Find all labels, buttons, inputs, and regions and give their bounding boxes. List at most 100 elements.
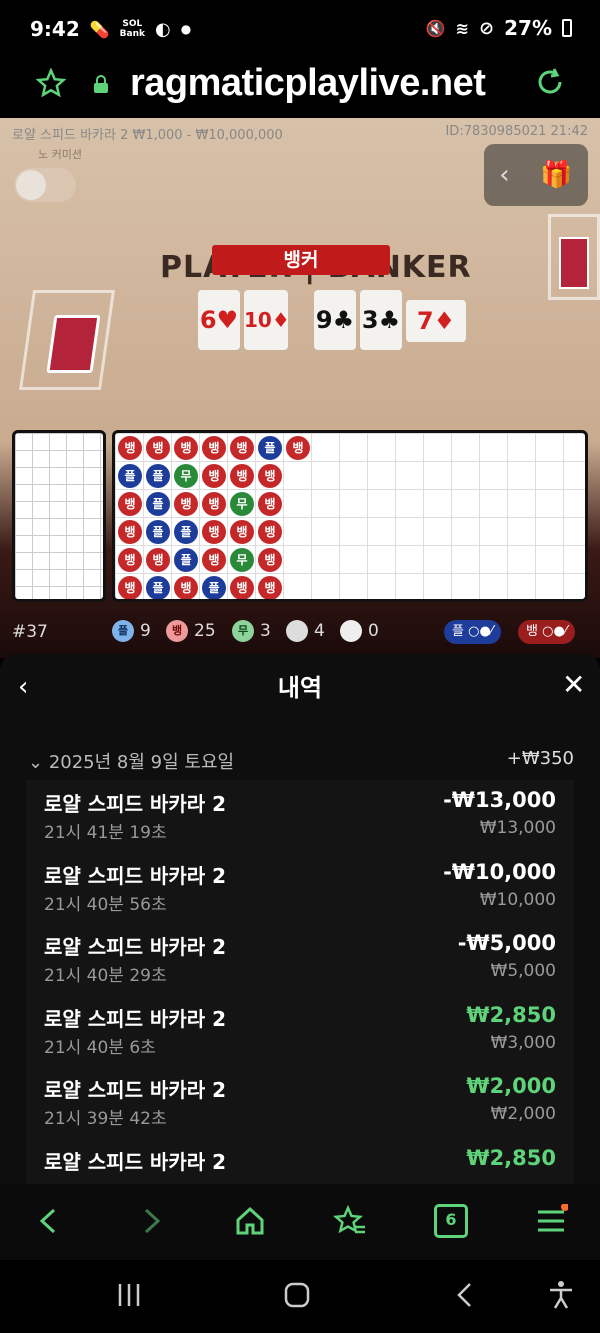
- game-name: 로얄 스피드 바카라 2: [44, 792, 227, 816]
- banker-card-1: 9♣: [314, 290, 356, 350]
- no-commission-label: 노 커미션: [38, 148, 82, 161]
- accessibility-icon[interactable]: [548, 1280, 574, 1310]
- history-panel: ‹ 내역 ✕ ⌄ 2025년 8월 9일 토요일 +₩350 로얄 스피드 바카…: [0, 654, 600, 1184]
- history-row[interactable]: 로얄 스피드 바카라 2 21시 39분 42초 ₩2,000 ₩2,000: [26, 1066, 574, 1138]
- tabs-icon[interactable]: 6: [434, 1204, 468, 1238]
- bank-icon: SOL Bank: [119, 19, 145, 39]
- player-pair-value: 4: [314, 621, 325, 641]
- player-card-2: 10♦: [244, 290, 290, 350]
- tab-count: 6: [445, 1210, 457, 1229]
- result-amount: ₩2,850: [466, 1145, 556, 1170]
- bead-cell: 뱅: [202, 492, 226, 516]
- bet-time: 21시 41분 19초: [44, 823, 167, 843]
- panel-title: 내역: [277, 674, 323, 702]
- bead-cell: 플: [146, 464, 170, 488]
- status-bar: 9:42 💊 SOL Bank ◐ ● 🔇 ≋ ⊘ 27%: [0, 0, 600, 58]
- bead-cell: 플: [258, 436, 282, 460]
- player-pair-count: 4: [286, 620, 325, 642]
- recent-apps-icon[interactable]: [116, 1282, 142, 1308]
- bead-cell: 뱅: [202, 548, 226, 572]
- battery-icon: [562, 19, 572, 37]
- bead-cell: 플: [146, 520, 170, 544]
- bead-cell: 뱅: [174, 576, 198, 599]
- game-stats: #37 플 9 뱅 25 무 3 4 0 플 ○●⁄ 뱅 ○●⁄: [0, 618, 600, 650]
- history-list[interactable]: 로얄 스피드 바카라 2 21시 41분 19초 -₩13,000 ₩13,000 로얄…: [26, 780, 574, 1184]
- close-icon[interactable]: ✕: [562, 668, 585, 701]
- chevron-down-icon[interactable]: ⌄: [28, 752, 43, 773]
- battery-text: 27%: [504, 16, 552, 40]
- tie-count-value: 3: [260, 621, 271, 641]
- bookmark-star-icon[interactable]: [36, 68, 66, 98]
- date-total: +₩350: [506, 748, 574, 769]
- bead-cell: 플: [174, 548, 198, 572]
- big-eye-road: [12, 430, 106, 602]
- bead-cell: 뱅: [258, 492, 282, 516]
- bead-road: 뱅뱅뱅뱅뱅플뱅플플무뱅뱅뱅뱅플뱅뱅무뱅뱅플플뱅뱅뱅뱅뱅플뱅무뱅뱅플뱅플뱅뱅: [112, 430, 588, 602]
- pill-icon: 💊: [89, 19, 110, 39]
- gift-icon[interactable]: 🎁: [540, 160, 572, 190]
- bead-cell: 뱅: [118, 576, 142, 599]
- lock-icon: [94, 75, 108, 93]
- bookmarks-icon[interactable]: [333, 1204, 367, 1238]
- wifi-icon: ≋: [455, 18, 470, 38]
- bet-amount: ₩13,000: [479, 818, 556, 838]
- result-amount: -₩10,000: [443, 859, 556, 884]
- dnd-icon: ⊘: [479, 17, 495, 39]
- no-commission-toggle[interactable]: [14, 168, 76, 202]
- bead-cell: 뱅: [174, 436, 198, 460]
- system-nav-bar: [0, 1260, 600, 1333]
- bet-time: 21시 40분 56초: [44, 894, 167, 915]
- bet-time: 21시 39분 42초: [44, 1109, 167, 1129]
- back-arrow-icon[interactable]: [32, 1204, 66, 1238]
- banker-pair-value: 0: [368, 621, 379, 641]
- bead-cell: 뱅: [174, 492, 198, 516]
- game-name: 로얄 스피드 바카라 2: [44, 1006, 227, 1031]
- history-row[interactable]: 로얄 스피드 바카라 2 ₩2,850: [26, 1138, 574, 1185]
- toggle-knob: [16, 170, 46, 200]
- history-row[interactable]: 로얄 스피드 바카라 2 21시 41분 19초 -₩13,000 ₩13,000: [26, 780, 574, 852]
- clock: 9:42: [30, 17, 80, 41]
- chevron-left-icon[interactable]: ‹: [499, 160, 509, 190]
- card-back: [559, 237, 589, 289]
- bead-cell: 뱅: [202, 436, 226, 460]
- player-predict-pill[interactable]: 플 ○●⁄: [444, 620, 501, 644]
- banker-pair-icon: [340, 620, 362, 642]
- sync-icon: ◐: [155, 18, 171, 40]
- banker-card-3: 7♦: [406, 300, 466, 342]
- result-amount: -₩13,000: [443, 788, 556, 812]
- result-banner: 뱅커: [212, 245, 390, 275]
- card-back: [46, 315, 101, 373]
- bead-cell: 뱅: [146, 548, 170, 572]
- banker-card-2: 3♣: [360, 290, 402, 350]
- banker-pill-label: 뱅: [526, 624, 538, 639]
- home-button-icon[interactable]: [284, 1282, 310, 1308]
- home-icon[interactable]: [233, 1204, 267, 1238]
- browser-bottom-nav: 6: [0, 1184, 600, 1260]
- forward-arrow-icon[interactable]: [134, 1204, 168, 1238]
- result-amount: ₩2,000: [466, 1074, 556, 1098]
- banker-predict-pill[interactable]: 뱅 ○●⁄: [518, 620, 575, 644]
- url-text[interactable]: ragmaticplaylive.net: [130, 62, 486, 105]
- bead-cell: 뱅: [230, 576, 254, 599]
- card-shoe-left: [18, 290, 116, 390]
- reload-icon[interactable]: [534, 66, 566, 98]
- bead-cell: 플: [146, 492, 170, 516]
- bead-cell: 무: [230, 492, 254, 516]
- live-game-view[interactable]: 로얄 스피드 바카라 2 ₩1,000 - ₩10,000,000 ID:783…: [0, 118, 600, 658]
- player-count-value: 9: [140, 621, 151, 641]
- history-row[interactable]: 로얄 스피드 바카라 2 21시 40분 56초 -₩10,000 ₩10,000: [26, 852, 574, 924]
- banker-count: 뱅 25: [166, 620, 216, 642]
- system-back-icon[interactable]: [452, 1282, 478, 1308]
- result-amount: -₩5,000: [457, 931, 556, 955]
- menu-icon[interactable]: [534, 1204, 568, 1238]
- promo-panel[interactable]: ‹ 🎁: [484, 144, 588, 206]
- bead-cell: 뱅: [146, 436, 170, 460]
- bet-amount: ₩10,000: [479, 889, 556, 910]
- date-group-header[interactable]: ⌄ 2025년 8월 9일 토요일: [28, 748, 234, 774]
- game-name: 로얄 스피드 바카라 2: [44, 1078, 227, 1102]
- history-row[interactable]: 로얄 스피드 바카라 2 21시 40분 29초 -₩5,000 ₩5,000: [26, 923, 574, 995]
- history-row[interactable]: 로얄 스피드 바카라 2 21시 40분 6초 ₩2,850 ₩3,000: [26, 995, 574, 1067]
- bead-cell: 플: [174, 520, 198, 544]
- bead-cell: 뱅: [286, 436, 310, 460]
- game-id: ID:7830985021 21:42: [445, 124, 588, 139]
